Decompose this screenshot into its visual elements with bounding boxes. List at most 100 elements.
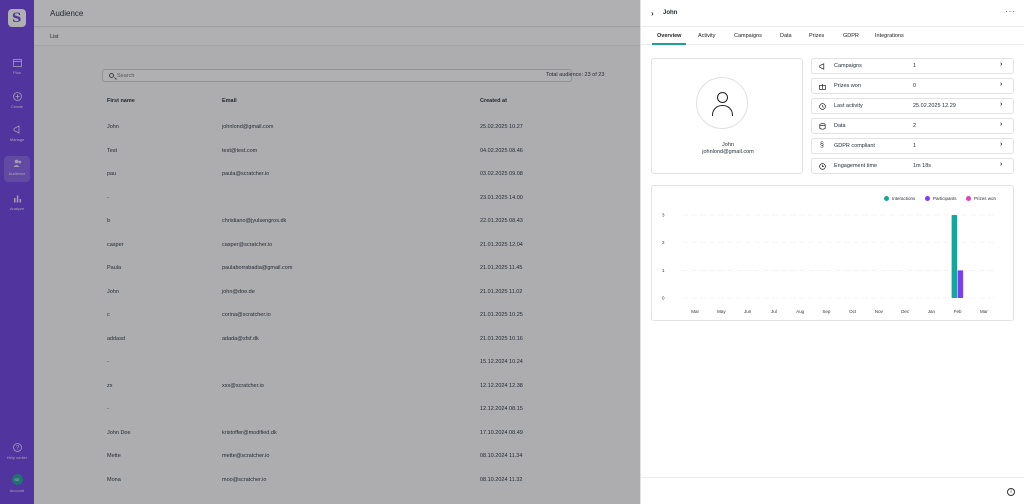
bar-participants[interactable] — [957, 270, 964, 298]
table-cell-created: 21.01.2025 10.25 — [480, 312, 523, 318]
nav-item-create[interactable]: Create — [0, 92, 34, 122]
activity-chart: 0 1 2 3 Mar May Jun Jul Aug Sep Oct Nov Dec Jan Feb Mar — [662, 213, 997, 314]
nav-item-plan[interactable]: Plan — [0, 58, 34, 88]
table-cell-created: 25.02.2025 10.27 — [480, 124, 523, 130]
y-tick-label: 2 — [662, 240, 665, 245]
avatar-body — [712, 105, 733, 116]
avatar-head — [717, 92, 728, 103]
column-header-first-name[interactable]: First name — [107, 98, 135, 104]
table-row[interactable]: John Doe kristoffer@modified.dk 17.10.2024… — [107, 430, 627, 440]
table-row[interactable]: addasd adada@sfsf.dk 21.01.2025 10.16 — [107, 336, 627, 346]
table-row[interactable]: Test test@test.com 04.02.2025 08.46 — [107, 148, 627, 158]
table-row[interactable]: zx xxx@scratcher.io 12.12.2024 12.38 — [107, 383, 627, 393]
table-cell-created: 21.01.2025 11.45 — [480, 265, 523, 271]
stat-value: 1m 18s — [913, 163, 932, 169]
table-row[interactable]: b christiano@jyulsengros.dk 22.01.2025 08.… — [107, 218, 627, 228]
search-input[interactable] — [117, 72, 417, 80]
table-row[interactable]: - 12.12.2024 08.15 — [107, 406, 627, 416]
table-cell-created: 12.12.2024 08.15 — [480, 406, 523, 412]
table-cell-first: addasd — [107, 335, 126, 342]
tab-gdpr[interactable]: GDPR — [843, 33, 859, 39]
table-cell-email: kristoffer@modified.dk — [222, 429, 277, 436]
table-cell-created: 04.02.2025 08.46 — [480, 147, 523, 154]
nav-item-manage[interactable]: Manage — [0, 125, 34, 155]
table-row[interactable]: Paula paulaborrabadia@gmail.com 21.01.2025… — [107, 265, 627, 275]
page-title: Audience — [50, 9, 84, 18]
bar-interactions[interactable] — [951, 215, 958, 298]
stat-gdpr-compliant[interactable]: § GDPR compliant 1 › — [811, 138, 1014, 154]
table-row[interactable]: Mona moo@scratcher.io 08.10.2024 11.32 — [107, 477, 627, 487]
stat-label: Engagement time — [834, 163, 878, 169]
table-cell-first: casper — [107, 241, 124, 248]
x-tick-label: Nov — [875, 309, 884, 314]
calendar-icon — [12, 58, 22, 67]
help-icon: ? — [12, 443, 22, 452]
nav-label: Create — [10, 104, 23, 109]
collapse-chevron-icon[interactable]: › — [651, 9, 654, 18]
table-cell-first: c — [107, 312, 110, 318]
users-icon — [13, 159, 22, 168]
table-cell-created: 17.10.2024 08.49 — [480, 429, 523, 436]
nav-item-help[interactable]: ? Help center — [0, 443, 34, 473]
table-cell-created: 21.01.2025 12.04 — [480, 241, 523, 248]
nav-item-analyze[interactable]: Analyze — [0, 194, 34, 224]
table-row[interactable]: John john@doe.de 21.01.2025 11.02 — [107, 289, 627, 299]
x-tick-label: May — [717, 309, 726, 314]
nav-label: Manage — [9, 137, 25, 142]
table-cell-email: test@test.com — [222, 147, 258, 154]
stat-value: 25.02.2025 12.29 — [913, 103, 956, 109]
total-audience-label: Total audience: 23 of 23 — [546, 72, 605, 78]
more-options-icon[interactable]: ··· — [1005, 7, 1016, 16]
nav-item-account[interactable]: SE Account — [0, 474, 34, 504]
table-cell-created: 23.01.2025 14.00 — [480, 194, 523, 201]
column-header-created-at[interactable]: Created at — [480, 98, 507, 104]
tab-overview[interactable]: Overview — [657, 33, 681, 39]
y-tick-label: 3 — [662, 213, 665, 218]
stat-value: 2 — [913, 123, 917, 129]
x-tick-label: Jan — [928, 309, 936, 314]
column-header-email[interactable]: Email — [222, 98, 237, 104]
table-cell-first: John — [107, 288, 119, 295]
table-row[interactable]: c corina@scratcher.io 21.01.2025 10.25 — [107, 312, 627, 322]
tab-data[interactable]: Data — [780, 33, 792, 39]
app-logo[interactable]: S — [8, 9, 26, 27]
tab-integrations[interactable]: Integrations — [875, 33, 904, 39]
table-row[interactable]: - 23.01.2025 14.00 — [107, 195, 627, 205]
table-cell-created: 12.12.2024 12.38 — [480, 382, 523, 389]
table-cell-email: adada@sfsf.dk — [222, 335, 259, 342]
tab-activity[interactable]: Activity — [698, 33, 715, 39]
stat-prizes-won[interactable]: Prizes won 0 › — [811, 78, 1014, 94]
search-box[interactable] — [102, 69, 572, 82]
stat-data[interactable]: Data 2 › — [811, 118, 1014, 134]
table-row[interactable]: Mette mette@scratcher.io 08.10.2024 11.34 — [107, 453, 627, 463]
table-row[interactable]: - 15.12.2024 10.24 — [107, 359, 627, 369]
tab-prizes[interactable]: Prizes — [809, 33, 824, 39]
info-icon[interactable]: i — [1007, 488, 1015, 496]
subnav-item-list[interactable]: List — [50, 34, 59, 40]
page-header: Audience — [34, 0, 640, 27]
table-row[interactable]: pau paula@scratcher.io 03.02.2025 09.08 — [107, 171, 627, 181]
x-tick-label: Jul — [771, 309, 777, 314]
table-cell-first: Mette — [107, 453, 121, 459]
nav-item-audience[interactable]: Audience — [0, 156, 34, 189]
stat-last-activity[interactable]: Last activity 25.02.2025 12.29 › — [811, 98, 1014, 114]
table-cell-email: moo@scratcher.io — [222, 476, 267, 483]
table-row[interactable]: John johnlond@gmail.com 25.02.2025 10.27 — [107, 124, 627, 134]
svg-text:?: ? — [15, 446, 19, 452]
table-cell-first: Mona — [107, 476, 121, 483]
plus-circle-icon — [12, 92, 22, 101]
nav-label: Account — [9, 488, 25, 493]
x-tick-label: Mar — [980, 309, 988, 314]
table-cell-created: 21.01.2025 11.02 — [480, 288, 523, 295]
chevron-right-icon: › — [1000, 161, 1003, 168]
table-row[interactable]: casper casper@scratcher.io 21.01.2025 12.0… — [107, 242, 627, 252]
table-cell-email: paulaborrabadia@gmail.com — [222, 265, 293, 271]
drawer-title: John — [663, 10, 678, 16]
stat-campaigns[interactable]: Campaigns 1 › — [811, 58, 1014, 74]
section-icon: § — [820, 142, 824, 149]
stat-engagement-time[interactable]: Engagement time 1m 18s › — [811, 158, 1014, 174]
table-cell-email: mette@scratcher.io — [222, 453, 270, 459]
stat-value: 1 — [913, 63, 917, 69]
tab-campaigns[interactable]: Campaigns — [734, 33, 762, 39]
subnav: List — [34, 28, 640, 46]
